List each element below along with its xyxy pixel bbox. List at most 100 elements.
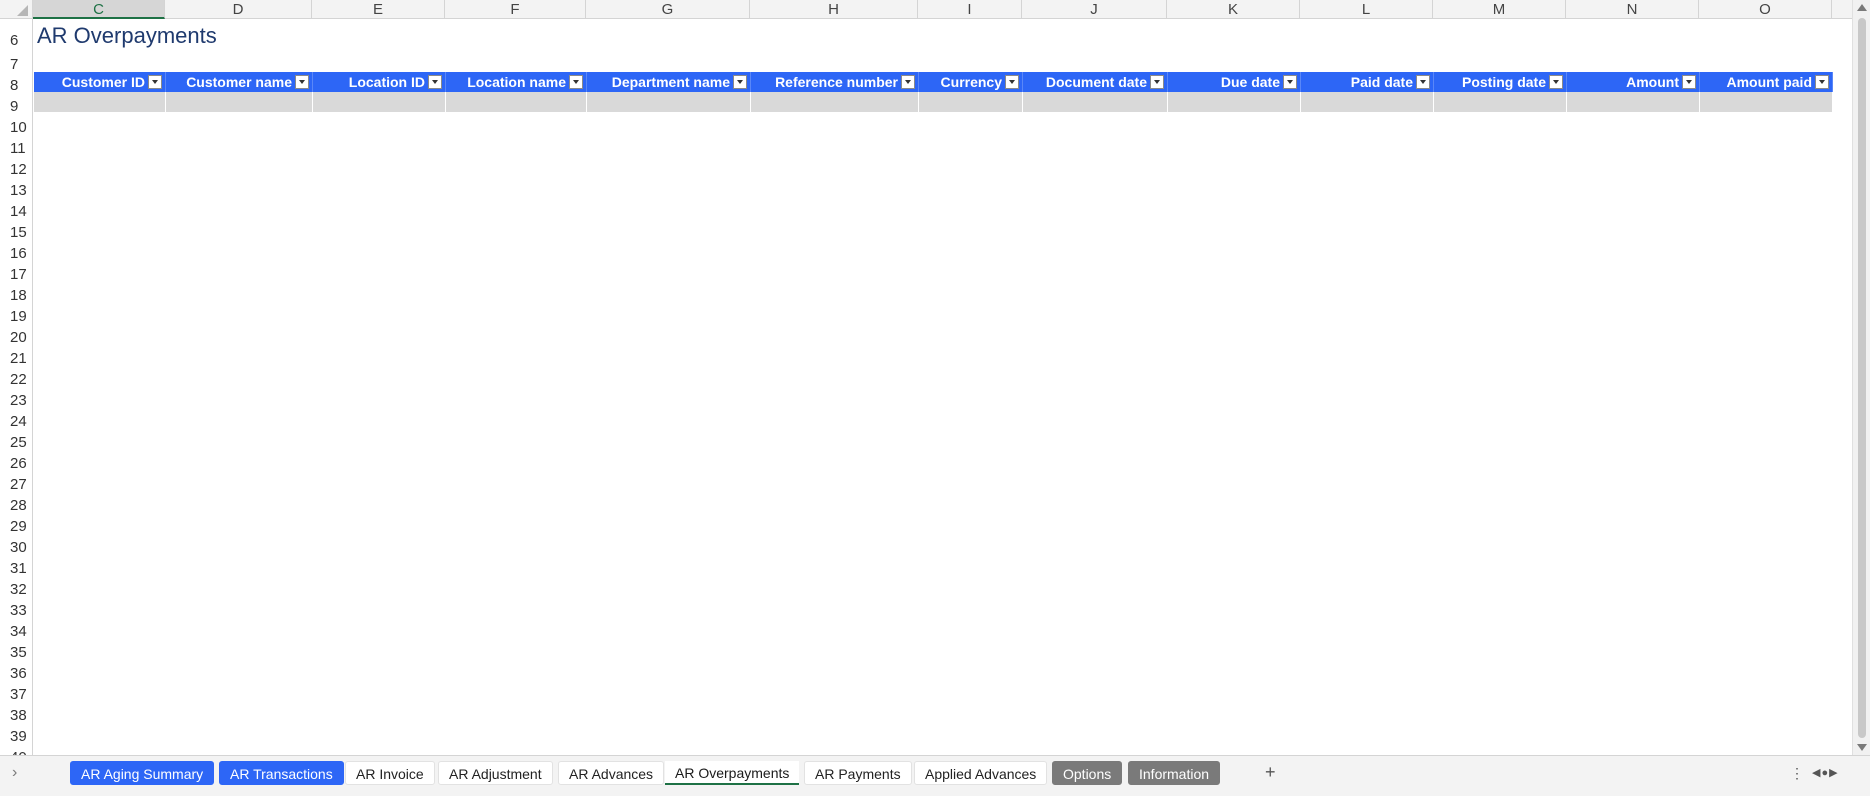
scroll-up-icon[interactable] [1857, 4, 1867, 11]
filter-dropdown-icon[interactable] [733, 75, 747, 89]
column-header-i[interactable]: I [918, 0, 1022, 19]
filter-dropdown-icon[interactable] [428, 75, 442, 89]
filter-dropdown-icon[interactable] [1549, 75, 1563, 89]
table-header-location-id[interactable]: Location ID [313, 72, 446, 92]
row-header[interactable]: 27 [0, 473, 32, 494]
row-header[interactable]: 35 [0, 641, 32, 662]
column-header-j[interactable]: J [1022, 0, 1167, 19]
column-header-h[interactable]: H [750, 0, 918, 19]
table-cell[interactable] [166, 92, 313, 112]
row-header[interactable]: 40 [0, 746, 32, 755]
table-cell[interactable] [1168, 92, 1301, 112]
table-header-due-date[interactable]: Due date [1168, 72, 1301, 92]
table-cell[interactable] [1434, 92, 1567, 112]
table-header-amount[interactable]: Amount [1567, 72, 1700, 92]
filter-dropdown-icon[interactable] [1005, 75, 1019, 89]
more-vertical-icon[interactable]: ⋮ [1790, 765, 1804, 782]
filter-dropdown-icon[interactable] [1150, 75, 1164, 89]
table-header-reference-number[interactable]: Reference number [751, 72, 919, 92]
row-header[interactable]: 6 [0, 19, 32, 53]
filter-dropdown-icon[interactable] [1416, 75, 1430, 89]
row-header[interactable]: 23 [0, 389, 32, 410]
row-header[interactable]: 39 [0, 725, 32, 746]
row-header[interactable]: 26 [0, 452, 32, 473]
row-header[interactable]: 30 [0, 536, 32, 557]
row-header[interactable]: 13 [0, 179, 32, 200]
row-header[interactable]: 36 [0, 662, 32, 683]
table-cell[interactable] [751, 92, 919, 112]
row-header[interactable]: 17 [0, 263, 32, 284]
column-header-d[interactable]: D [165, 0, 312, 19]
filter-dropdown-icon[interactable] [1815, 75, 1829, 89]
column-header-m[interactable]: M [1433, 0, 1566, 19]
row-header[interactable]: 32 [0, 578, 32, 599]
select-all-button[interactable] [0, 0, 33, 19]
row-header[interactable]: 8 [0, 74, 32, 95]
column-header-o[interactable]: O [1699, 0, 1832, 19]
column-header-e[interactable]: E [312, 0, 445, 19]
table-row[interactable] [34, 92, 1833, 112]
tab-ar-invoice[interactable]: AR Invoice [345, 761, 435, 785]
row-header[interactable]: 29 [0, 515, 32, 536]
plus-icon[interactable]: + [1265, 762, 1276, 783]
row-header[interactable]: 10 [0, 116, 32, 137]
tab-applied-advances[interactable]: Applied Advances [914, 761, 1048, 785]
filter-dropdown-icon[interactable] [901, 75, 915, 89]
column-header-k[interactable]: K [1167, 0, 1300, 19]
table-cell[interactable] [313, 92, 446, 112]
tab-ar-transactions[interactable]: AR Transactions [219, 761, 344, 785]
table-cell[interactable] [1700, 92, 1833, 112]
table-cell[interactable] [34, 92, 166, 112]
tab-options[interactable]: Options [1052, 761, 1123, 785]
table-cell[interactable] [587, 92, 751, 112]
table-cell[interactable] [1023, 92, 1168, 112]
row-header[interactable]: 24 [0, 410, 32, 431]
row-header[interactable]: 21 [0, 347, 32, 368]
row-header[interactable]: 22 [0, 368, 32, 389]
row-header[interactable]: 19 [0, 305, 32, 326]
table-cell[interactable] [919, 92, 1023, 112]
row-header[interactable]: 14 [0, 200, 32, 221]
row-header[interactable]: 7 [0, 53, 32, 74]
chevron-right-icon[interactable]: › [12, 764, 17, 782]
sheet-scroll-nav-icon[interactable]: ◀●▶ [1812, 766, 1839, 779]
filter-dropdown-icon[interactable] [148, 75, 162, 89]
column-header-n[interactable]: N [1566, 0, 1699, 19]
scrollbar-thumb[interactable] [1858, 18, 1866, 738]
table-header-paid-date[interactable]: Paid date [1301, 72, 1434, 92]
row-header[interactable]: 37 [0, 683, 32, 704]
row-header[interactable]: 33 [0, 599, 32, 620]
row-header[interactable]: 34 [0, 620, 32, 641]
tab-ar-advances[interactable]: AR Advances [558, 761, 665, 785]
table-header-posting-date[interactable]: Posting date [1434, 72, 1567, 92]
table-cell[interactable] [446, 92, 587, 112]
filter-dropdown-icon[interactable] [1283, 75, 1297, 89]
row-header[interactable]: 18 [0, 284, 32, 305]
worksheet-grid[interactable]: AR Overpayments Customer ID Customer nam… [34, 19, 1852, 755]
table-header-department-name[interactable]: Department name [587, 72, 751, 92]
row-header[interactable]: 28 [0, 494, 32, 515]
tab-ar-payments[interactable]: AR Payments [804, 761, 912, 785]
table-cell[interactable] [1567, 92, 1700, 112]
table-header-amount-paid[interactable]: Amount paid [1700, 72, 1833, 92]
table-cell[interactable] [1301, 92, 1434, 112]
filter-dropdown-icon[interactable] [295, 75, 309, 89]
vertical-scrollbar[interactable] [1852, 0, 1870, 755]
row-header[interactable]: 25 [0, 431, 32, 452]
table-header-customer-id[interactable]: Customer ID [34, 72, 166, 92]
filter-dropdown-icon[interactable] [569, 75, 583, 89]
column-header-l[interactable]: L [1300, 0, 1433, 19]
row-header[interactable]: 31 [0, 557, 32, 578]
row-header[interactable]: 11 [0, 137, 32, 158]
row-header[interactable]: 16 [0, 242, 32, 263]
tab-ar-overpayments[interactable]: AR Overpayments [665, 761, 800, 785]
table-header-currency[interactable]: Currency [919, 72, 1023, 92]
column-header-c[interactable]: C [33, 0, 165, 19]
tab-ar-aging-summary[interactable]: AR Aging Summary [70, 761, 215, 785]
column-header-g[interactable]: G [586, 0, 750, 19]
row-header[interactable]: 9 [0, 95, 32, 116]
table-header-location-name[interactable]: Location name [446, 72, 587, 92]
row-header[interactable]: 20 [0, 326, 32, 347]
tab-ar-adjustment[interactable]: AR Adjustment [438, 761, 553, 785]
table-header-document-date[interactable]: Document date [1023, 72, 1168, 92]
